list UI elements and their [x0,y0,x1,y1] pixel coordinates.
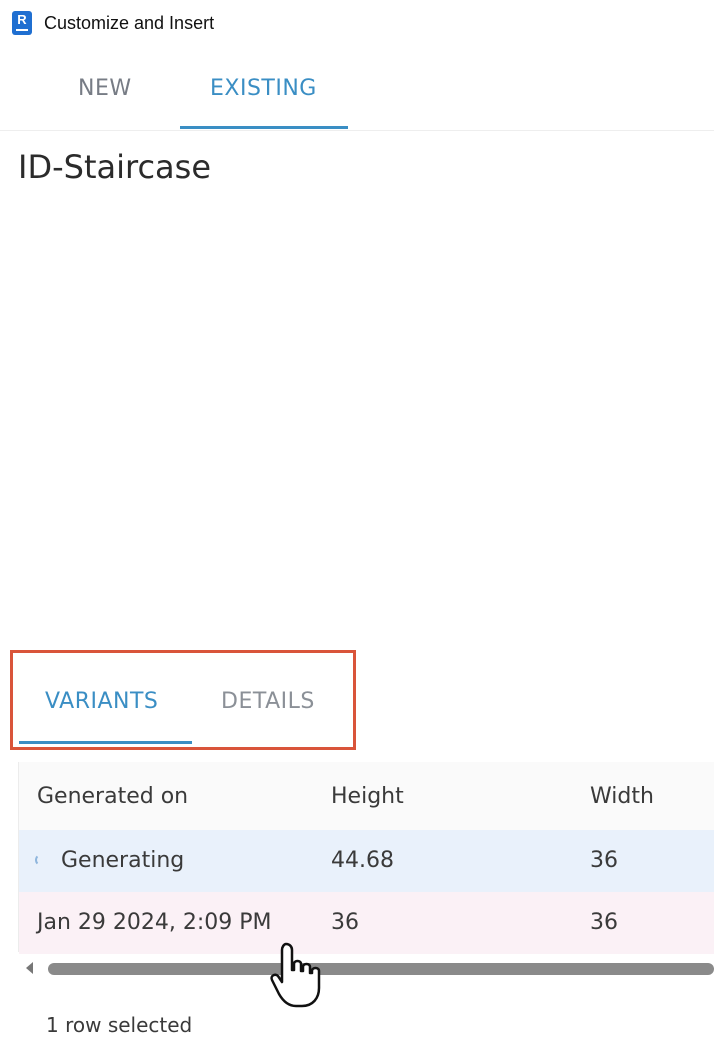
column-header-height[interactable]: Height [331,784,404,809]
cell-height: 36 [331,910,359,935]
cell-height: 44.68 [331,848,394,873]
table-row[interactable]: Generating 44.68 36 [19,830,714,892]
window-title: Customize and Insert [44,13,215,33]
hand-pointer-icon [270,942,321,1008]
main-tabs: NEW EXISTING [0,46,714,131]
cell-width: 36 [590,910,618,935]
scrollbar-thumb[interactable] [48,963,714,975]
selection-status: 1 row selected [46,1013,193,1037]
tab-existing[interactable]: EXISTING [210,76,317,101]
tab-variants[interactable]: VARIANTS [45,689,158,714]
app-icon-letter: R [17,12,27,27]
title-bar: R Customize and Insert [0,0,714,46]
cell-generated-on: Jan 29 2024, 2:09 PM [37,910,272,935]
sub-tabs-highlight-box: VARIANTS DETAILS [10,650,356,750]
variants-table: Generated on Height Width Generating 44.… [18,762,714,954]
table-row[interactable]: Jan 29 2024, 2:09 PM 36 36 [19,892,714,954]
cell-width: 36 [590,848,618,873]
spinner-icon [35,854,47,866]
column-header-generated-on[interactable]: Generated on [37,784,188,809]
horizontal-scrollbar[interactable] [18,956,714,982]
revit-app-icon: R [12,11,32,35]
tab-new[interactable]: NEW [78,76,132,101]
scroll-left-arrow-icon[interactable] [26,962,33,974]
cell-generated-on: Generating [61,848,185,873]
active-subtab-indicator [19,741,192,744]
preview-area [0,200,714,640]
app-icon-bar [16,29,28,31]
page-title: ID-Staircase [18,148,211,186]
tab-details[interactable]: DETAILS [221,689,315,714]
column-header-width[interactable]: Width [590,784,654,809]
active-tab-indicator [180,126,348,129]
table-header: Generated on Height Width [19,762,714,831]
